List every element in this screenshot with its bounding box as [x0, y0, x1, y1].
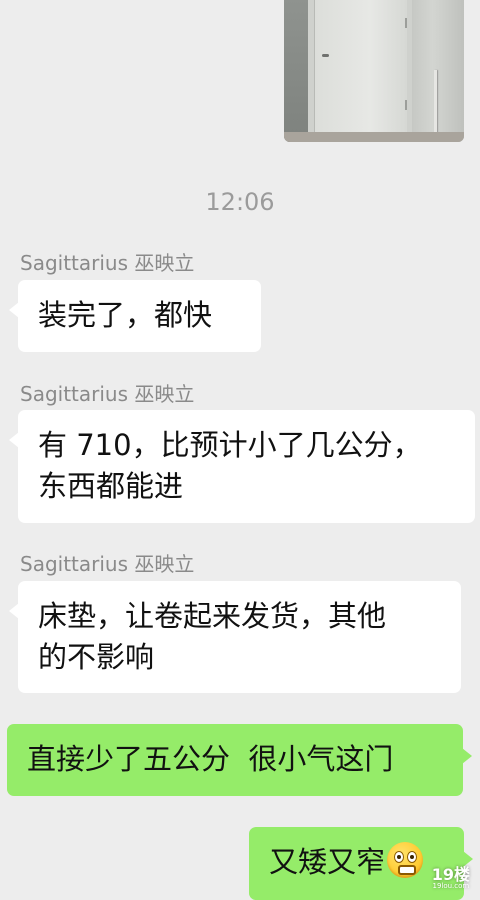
photo-door-handle	[322, 54, 329, 57]
message-line: 的不影响	[38, 640, 155, 674]
grimacing-face-icon	[387, 842, 424, 878]
message-line: 东西都能进	[38, 469, 184, 503]
incoming-message-bubble[interactable]: 装完了，都快	[9, 280, 261, 352]
time-divider: 12:06	[205, 188, 275, 216]
photo-door	[314, 0, 407, 138]
message-line: 床垫，让卷起来发货，其他	[38, 599, 387, 633]
message-line: 又矮又窄	[269, 845, 386, 879]
sender-name: Sagittarius 巫映立	[20, 251, 195, 275]
message-line: 有 710，比预计小了几公分，	[38, 428, 422, 462]
photo-hinge-bottom	[405, 100, 407, 110]
photo-floor	[284, 132, 464, 142]
sent-photo-thumbnail[interactable]	[284, 0, 464, 142]
message-line: 装完了，都快	[38, 298, 213, 332]
photo-hinge-top	[405, 18, 407, 28]
watermark-logo: 19楼 19lou.com	[432, 867, 470, 891]
watermark-domain: 19lou.com	[432, 882, 470, 890]
incoming-message-bubble[interactable]: 床垫，让卷起来发货，其他 的不影响	[9, 581, 461, 693]
sender-name: Sagittarius 巫映立	[20, 552, 195, 576]
photo-rod	[434, 70, 437, 134]
photo-wall-left	[284, 0, 308, 142]
message-line: 直接少了五公分 很小气这门	[27, 742, 394, 776]
photo-wall-right	[412, 0, 464, 142]
incoming-message-bubble[interactable]: 有 710，比预计小了几公分， 东西都能进	[9, 410, 475, 523]
outgoing-message-bubble[interactable]: 直接少了五公分 很小气这门	[7, 724, 472, 796]
sender-name: Sagittarius 巫映立	[20, 382, 195, 406]
